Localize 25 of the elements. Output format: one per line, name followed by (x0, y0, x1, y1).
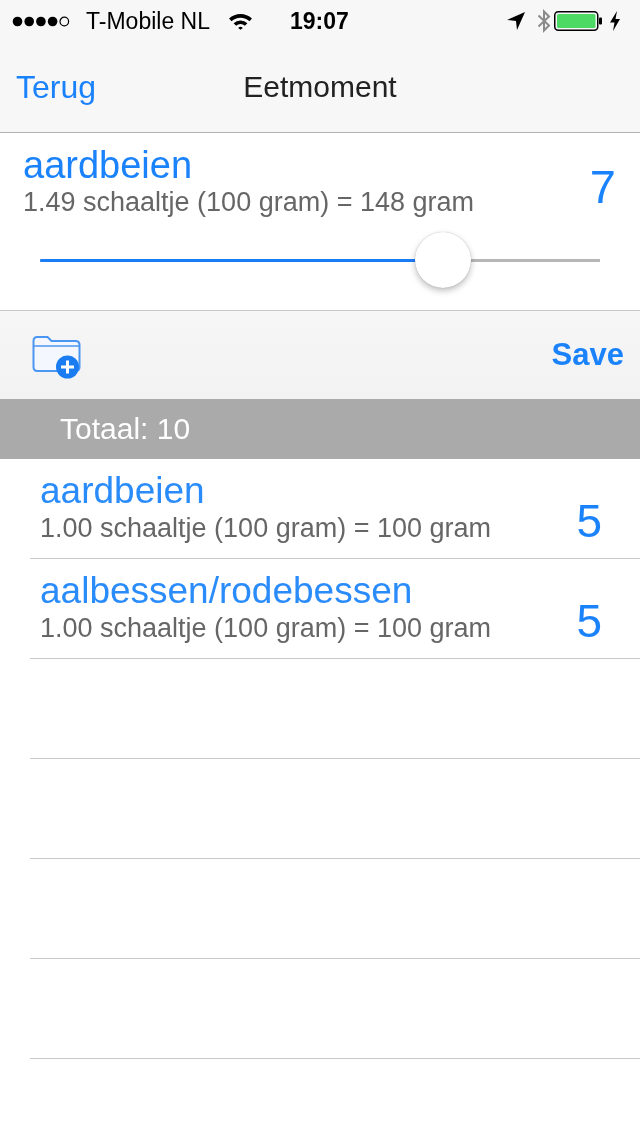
carrier-name: T-Mobile NL (86, 7, 210, 35)
food-name: aalbessen/rodebessen (40, 570, 413, 612)
slider-thumb[interactable] (415, 232, 472, 288)
charging-bolt-icon (610, 11, 620, 31)
food-list-item[interactable]: aalbessen/rodebessen 1.00 schaaltje (100 gram) = 100 gram 5 (30, 559, 640, 659)
clock-time: 19:07 (290, 7, 349, 35)
bluetooth-icon (537, 9, 551, 33)
points-value: 7 (589, 159, 616, 214)
save-button[interactable]: Save (551, 333, 624, 377)
portion-text: 1.00 schaaltje (100 gram) = 100 gram (40, 512, 491, 544)
back-button[interactable]: Terug (16, 65, 97, 109)
food-name: aardbeien (23, 144, 193, 186)
battery-icon (554, 11, 602, 31)
food-name: aardbeien (40, 470, 205, 512)
food-list-item[interactable]: aardbeien 1.00 schaaltje (100 gram) = 100 gram 5 (30, 459, 640, 559)
signal-icon (12, 15, 70, 27)
points-value: 5 (576, 594, 602, 648)
screen-title: Eetmoment (243, 69, 397, 105)
wifi-icon (228, 12, 253, 30)
total-label: Totaal: 10 (60, 412, 191, 446)
points-value: 5 (576, 494, 602, 548)
folder-plus-icon[interactable] (31, 333, 82, 379)
portion-text: 1.00 schaaltje (100 gram) = 100 gram (40, 612, 491, 644)
location-arrow-icon (507, 12, 525, 30)
portion-text: 1.49 schaaltje (100 gram) = 148 gram (23, 186, 474, 218)
